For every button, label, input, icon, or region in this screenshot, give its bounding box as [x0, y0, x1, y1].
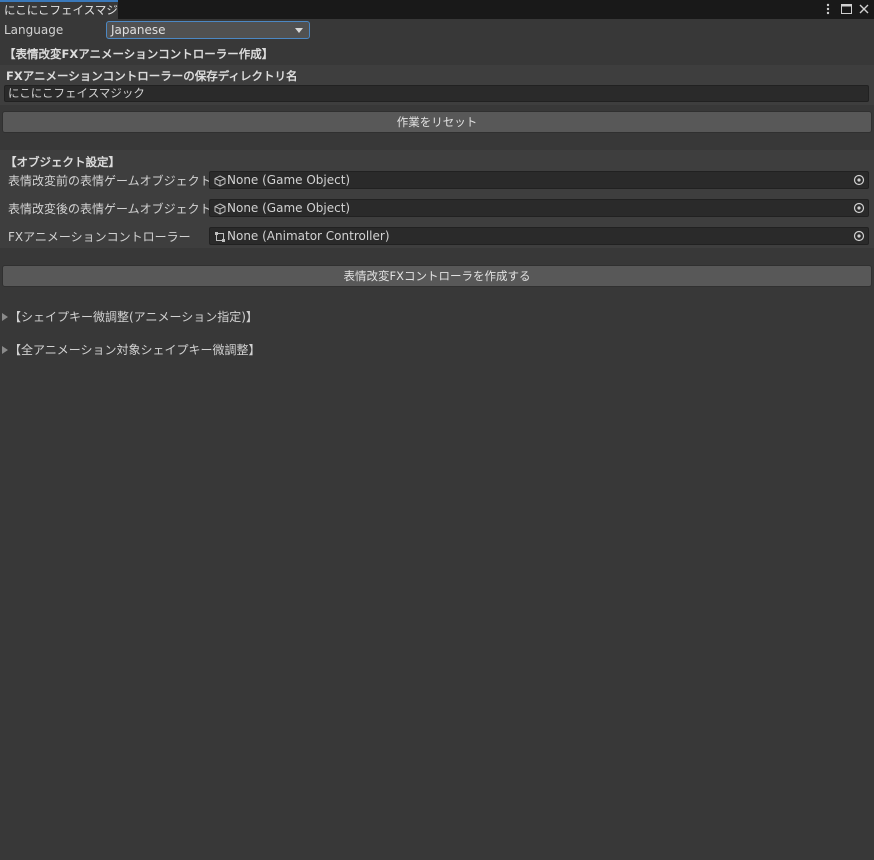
- language-selected: Japanese: [111, 23, 166, 37]
- kebab-menu-icon[interactable]: [822, 2, 834, 16]
- before-object-label: 表情改変前の表情ゲームオブジェクト: [8, 174, 212, 188]
- foldout-shapekey-animation[interactable]: 【シェイプキー微調整(アニメーション指定)】: [2, 308, 258, 325]
- game-object-icon: [214, 175, 226, 187]
- create-fx-controller-button[interactable]: 表情改変FXコントローラを作成する: [2, 265, 872, 287]
- tab-bar: にこにこフェイスマジック: [0, 0, 874, 19]
- directory-label: FXアニメーションコントローラーの保存ディレクトリ名: [6, 69, 298, 83]
- directory-group: FXアニメーションコントローラーの保存ディレクトリ名 にこにこフェイスマジック: [0, 65, 874, 105]
- before-object-value: None (Game Object): [227, 173, 351, 187]
- language-label: Language: [4, 23, 64, 37]
- fx-section-header: 【表情改変FXアニメーションコントローラー作成】: [4, 47, 274, 61]
- object-picker-icon[interactable]: [853, 174, 865, 186]
- fx-controller-label: FXアニメーションコントローラー: [8, 230, 191, 244]
- object-settings-group: 【オブジェクト設定】 表情改変前の表情ゲームオブジェクト None (Game …: [0, 150, 874, 248]
- foldout-arrow-icon: [2, 313, 8, 321]
- object-picker-icon[interactable]: [853, 202, 865, 214]
- foldout-shapekey-animation-label: 【シェイプキー微調整(アニメーション指定)】: [9, 310, 258, 324]
- foldout-shapekey-all-label: 【全アニメーション対象シェイプキー微調整】: [9, 343, 261, 357]
- reset-button[interactable]: 作業をリセット: [2, 111, 872, 133]
- window-controls: [822, 1, 870, 17]
- after-object-field[interactable]: None (Game Object): [209, 199, 869, 217]
- before-object-field[interactable]: None (Game Object): [209, 171, 869, 189]
- foldout-arrow-icon: [2, 346, 8, 354]
- chevron-down-icon: [295, 28, 303, 33]
- foldout-shapekey-all[interactable]: 【全アニメーション対象シェイプキー微調整】: [2, 341, 261, 358]
- game-object-icon: [214, 203, 226, 215]
- after-object-value: None (Game Object): [227, 201, 351, 215]
- directory-name-input[interactable]: にこにこフェイスマジック: [4, 85, 869, 102]
- animator-controller-icon: [215, 232, 225, 242]
- after-object-label: 表情改変後の表情ゲームオブジェクト: [8, 202, 212, 216]
- close-icon[interactable]: [858, 2, 870, 16]
- window-tab[interactable]: にこにこフェイスマジック: [0, 0, 118, 19]
- fx-controller-value: None (Animator Controller): [227, 229, 390, 243]
- object-picker-icon[interactable]: [853, 230, 865, 242]
- language-dropdown[interactable]: Japanese: [106, 21, 310, 39]
- fx-controller-field[interactable]: None (Animator Controller): [209, 227, 869, 245]
- object-section-header: 【オブジェクト設定】: [5, 155, 120, 169]
- maximize-icon[interactable]: [840, 2, 852, 16]
